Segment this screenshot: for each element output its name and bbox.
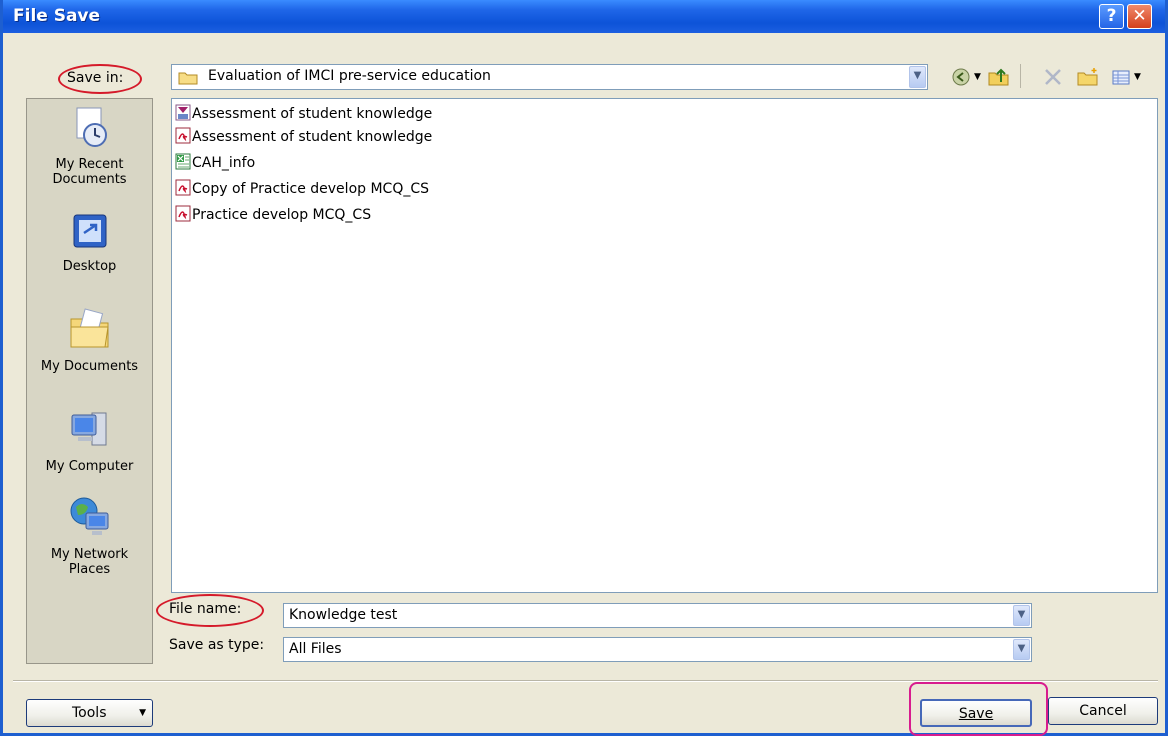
close-icon: ✕ [1132,6,1147,26]
save-in-folder-name: Evaluation of IMCI pre-service education [208,68,491,84]
place-label: My Recent Documents [52,157,127,187]
recent-documents-icon [27,105,152,153]
views-icon[interactable] [1111,67,1131,87]
delete-icon[interactable] [1043,67,1063,87]
desktop-icon [27,211,152,255]
my-computer-icon [27,407,152,455]
file-name-text: Assessment of student knowledge [192,129,433,145]
close-button[interactable]: ✕ [1127,4,1152,29]
save-as-type-dropdown[interactable]: All Files ▼ [283,637,1032,662]
file-name-text: Practice develop MCQ_CS [192,207,372,223]
chevron-down-icon[interactable]: ▼ [909,66,926,88]
places-bar: My Recent Documents Desktop My Documents… [26,98,153,664]
list-item[interactable]: Assessment of student knowledge [175,126,432,148]
file-name-input[interactable]: Knowledge test ▼ [283,603,1032,628]
chevron-down-icon: ▼ [139,708,146,718]
back-dropdown-icon[interactable]: ▼ [974,67,981,87]
my-documents-icon [27,307,152,355]
place-label: My Computer [45,459,134,474]
question-icon: ? [1106,6,1117,26]
save-button[interactable]: Save [920,699,1032,727]
back-icon[interactable] [951,67,971,87]
chevron-down-icon[interactable]: ▼ [1013,605,1030,626]
cancel-button-label: Cancel [1079,703,1127,719]
dialog-title: File Save [13,6,101,26]
file-name-value: Knowledge test [289,607,398,623]
tools-button-label: Tools [72,705,107,721]
annotation-circle-save-in [58,64,142,94]
list-item[interactable]: Practice develop MCQ_CS [175,204,371,226]
place-label: My Documents [40,359,139,374]
file-save-dialog: File Save ? ✕ Save in: Evaluation of IMC… [0,0,1168,736]
pdf-file-icon [175,205,191,222]
place-my-network-places[interactable]: My Network Places [27,495,152,577]
save-in-dropdown[interactable]: Evaluation of IMCI pre-service education… [171,64,928,90]
save-as-type-value: All Files [289,641,342,657]
save-as-type-label: Save as type: [169,637,265,653]
place-desktop[interactable]: Desktop [27,211,152,274]
folder-icon [178,70,198,89]
pdf-file-icon [175,179,191,196]
annotation-circle-file-name [156,594,264,627]
up-folder-icon[interactable] [988,67,1010,87]
save-button-label: Save [958,706,994,722]
place-my-computer[interactable]: My Computer [27,407,152,474]
list-item[interactable]: Assessment of student knowledge [175,103,432,125]
chevron-down-icon[interactable]: ▼ [1013,639,1030,660]
pdf-file-icon [175,127,191,144]
tools-button[interactable]: Tools ▼ [26,699,153,727]
help-button[interactable]: ? [1099,4,1124,29]
place-label: Desktop [62,259,117,274]
access-file-icon [175,104,191,121]
views-dropdown-icon[interactable]: ▼ [1134,67,1141,87]
place-label: My Network Places [50,547,129,577]
cancel-button[interactable]: Cancel [1048,697,1158,725]
place-my-recent-documents[interactable]: My Recent Documents [27,105,152,187]
new-folder-icon[interactable] [1077,67,1099,87]
place-my-documents[interactable]: My Documents [27,307,152,374]
list-item[interactable]: CAH_info [175,152,255,174]
list-item[interactable]: Copy of Practice develop MCQ_CS [175,178,429,200]
toolbar-separator [1020,64,1021,88]
file-name-text: CAH_info [192,155,256,171]
title-bar[interactable]: File Save ? ✕ [3,0,1165,33]
file-list[interactable]: Assessment of student knowledge Assessme… [171,98,1158,593]
file-name-text: Assessment of student knowledge [192,106,433,122]
file-name-text: Copy of Practice develop MCQ_CS [192,181,430,197]
network-places-icon [27,495,152,543]
excel-file-icon [175,153,191,170]
